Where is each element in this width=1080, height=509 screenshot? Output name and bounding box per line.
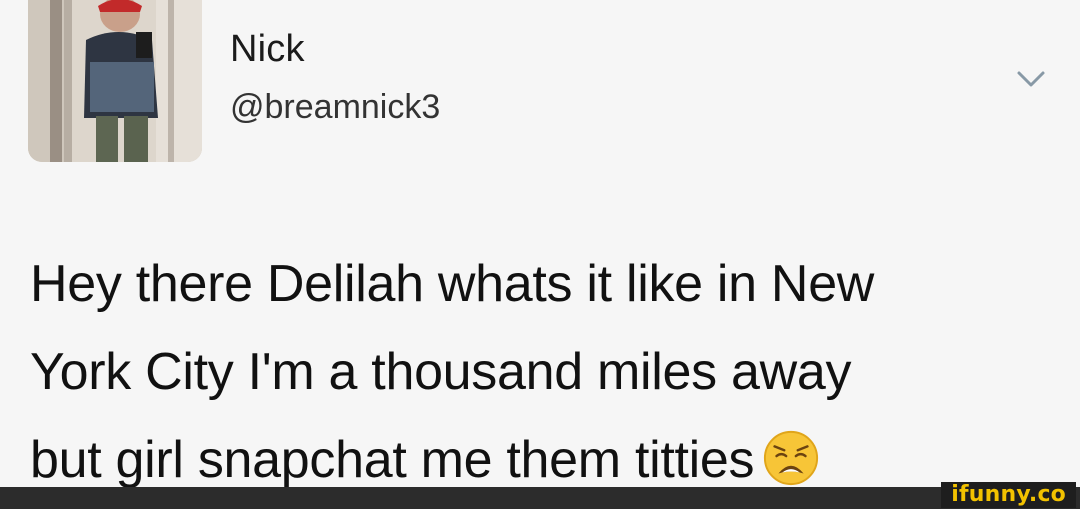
tweet-text-line: but girl snapchat me them titties [30,431,755,489]
ifunny-watermark: ifunny.co [941,482,1076,508]
weary-face-icon [764,430,819,486]
tweet-text: Hey there Delilah whats it like in New Y… [30,240,1060,504]
chevron-down-icon[interactable] [1014,66,1048,92]
user-handle[interactable]: @breamnick3 [230,88,440,127]
avatar[interactable] [28,0,202,162]
bottom-bar [0,487,1080,509]
tweet-text-line: York City I'm a thousand miles away [30,343,852,401]
avatar-photo [28,0,202,162]
tweet-card: Nick @breamnick3 Hey there Delilah whats… [0,0,1080,492]
tweet-text-line: Hey there Delilah whats it like in New [30,255,875,313]
display-name[interactable]: Nick [230,28,305,71]
